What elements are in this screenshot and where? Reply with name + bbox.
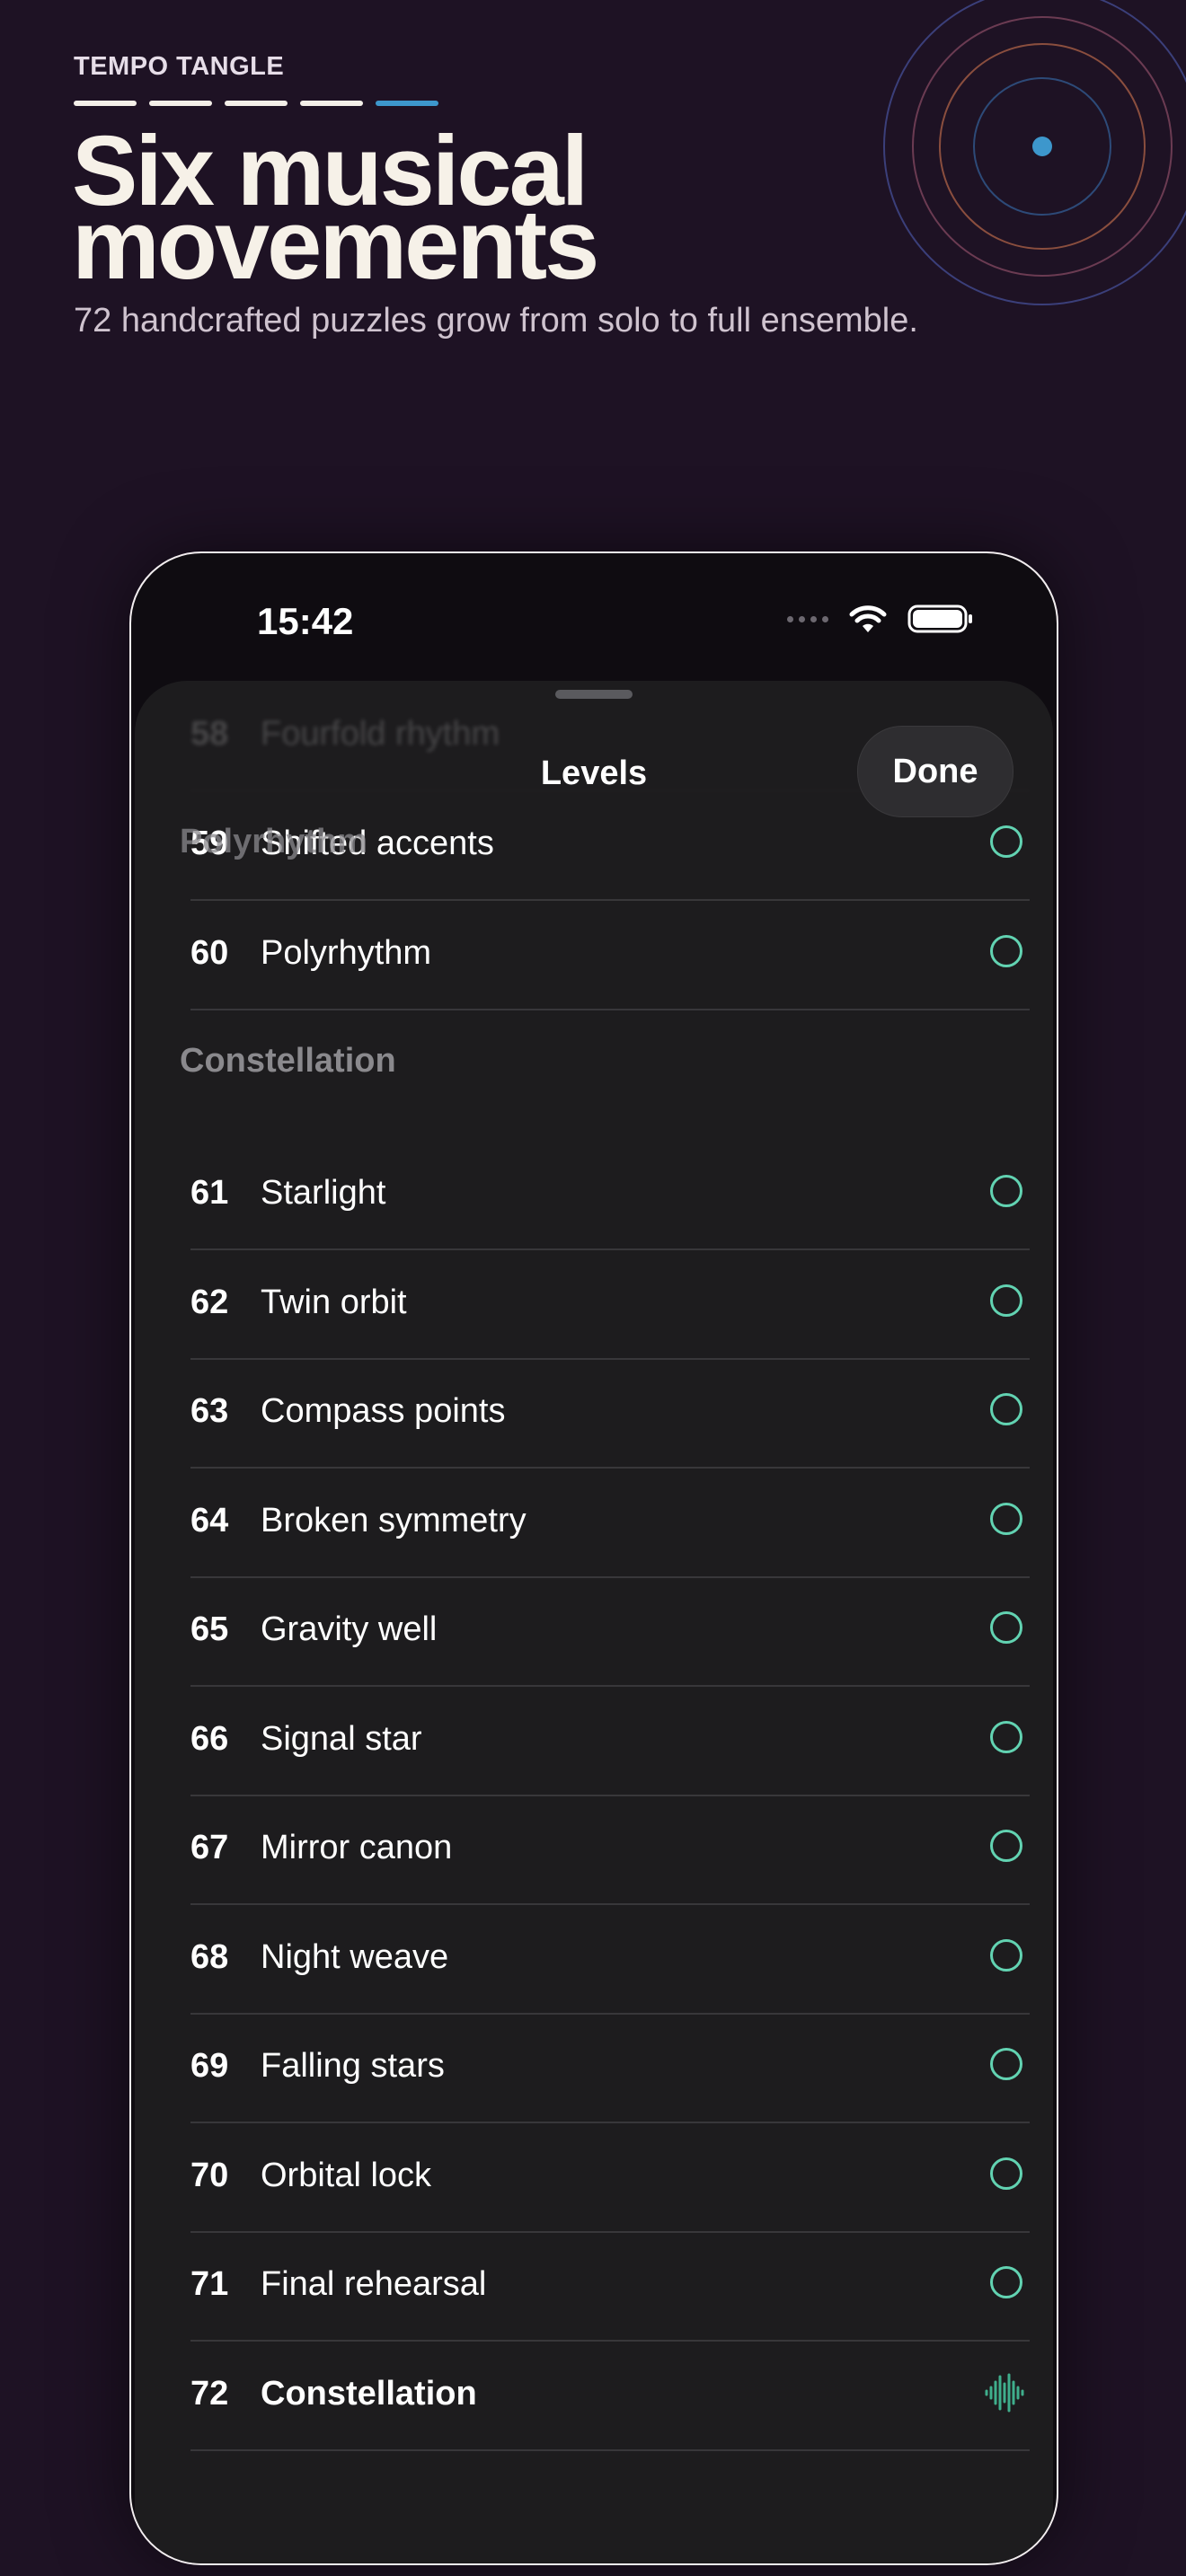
- progress-dash: [300, 101, 363, 106]
- progress-dash: [74, 101, 137, 106]
- done-button[interactable]: Done: [857, 726, 1013, 817]
- subheadline: 72 handcrafted puzzles grow from solo to…: [74, 302, 918, 340]
- level-name: Twin orbit: [261, 1284, 407, 1321]
- level-row-61[interactable]: 61 Starlight: [190, 1140, 1030, 1250]
- incomplete-circle-icon: [990, 1721, 1022, 1753]
- level-name: Polyrhythm: [261, 934, 432, 972]
- incomplete-circle-icon: [990, 2048, 1022, 2080]
- level-number: 63: [190, 1392, 229, 1430]
- incomplete-circle-icon: [990, 1611, 1022, 1644]
- level-number: 66: [190, 1720, 229, 1758]
- concentric-rings-graphic: [883, 0, 1186, 305]
- level-number: 68: [190, 1938, 229, 1976]
- section-header-constellation: Constellation: [180, 1042, 396, 1080]
- level-row-60[interactable]: 60 Polyrhythm: [190, 900, 1030, 1010]
- incomplete-circle-icon: [990, 1503, 1022, 1535]
- progress-dash: [225, 101, 288, 106]
- wifi-icon: [849, 605, 887, 632]
- level-name: Final rehearsal: [261, 2265, 487, 2303]
- level-number: 64: [190, 1502, 229, 1539]
- level-number: 65: [190, 1610, 229, 1648]
- level-row-70[interactable]: 70 Orbital lock: [190, 2122, 1030, 2233]
- level-name: Night weave: [261, 1938, 449, 1976]
- level-name: Compass points: [261, 1392, 506, 1430]
- level-number: 67: [190, 1829, 229, 1866]
- progress-dash-active: [376, 101, 438, 106]
- incomplete-circle-icon: [990, 2157, 1022, 2190]
- progress-dash: [149, 101, 212, 106]
- level-row-65[interactable]: 65 Gravity well: [190, 1576, 1030, 1687]
- level-row-62[interactable]: 62 Twin orbit: [190, 1249, 1030, 1360]
- section-header-polyrhythm: Polyrhythm: [180, 823, 368, 860]
- level-name: Orbital lock: [261, 2157, 432, 2194]
- level-row-71[interactable]: 71 Final rehearsal: [190, 2231, 1030, 2342]
- level-row-67[interactable]: 67 Mirror canon: [190, 1795, 1030, 1905]
- incomplete-circle-icon: [990, 1284, 1022, 1317]
- battery-icon: [907, 604, 972, 633]
- level-row-69[interactable]: 69 Falling stars: [190, 2013, 1030, 2123]
- level-name: Constellation: [261, 2375, 477, 2413]
- level-row-64[interactable]: 64 Broken symmetry: [190, 1468, 1030, 1578]
- levels-sheet: 58 Fourfold rhythm 59 Shifted accents Po…: [135, 681, 1053, 2563]
- incomplete-circle-icon: [990, 935, 1022, 967]
- level-name: Signal star: [261, 1720, 422, 1758]
- waveform-icon: [985, 2373, 1024, 2413]
- incomplete-circle-icon: [990, 1830, 1022, 1862]
- level-number: 61: [190, 1174, 229, 1212]
- level-number: 69: [190, 2047, 229, 2085]
- level-number: 71: [190, 2265, 229, 2303]
- level-name: Fourfold rhythm: [261, 715, 500, 753]
- level-number: 70: [190, 2157, 229, 2194]
- brand-label: TEMPO TANGLE: [74, 52, 285, 81]
- incomplete-circle-icon: [990, 1175, 1022, 1207]
- status-time: 15:42: [257, 600, 354, 642]
- level-name: Starlight: [261, 1174, 386, 1212]
- headline-line-2: movements: [72, 190, 599, 300]
- level-row-66[interactable]: 66 Signal star: [190, 1686, 1030, 1796]
- level-number: 60: [190, 934, 229, 972]
- level-name: Mirror canon: [261, 1829, 453, 1866]
- level-row-68[interactable]: 68 Night weave: [190, 1904, 1030, 2015]
- progress-dashes: [74, 101, 438, 106]
- incomplete-circle-icon: [990, 825, 1022, 858]
- level-number: 62: [190, 1284, 229, 1321]
- incomplete-circle-icon: [990, 1393, 1022, 1425]
- level-name: Broken symmetry: [261, 1502, 527, 1539]
- level-name: Falling stars: [261, 2047, 445, 2085]
- cellular-icon: [787, 615, 828, 622]
- level-name: Gravity well: [261, 1610, 438, 1648]
- level-number: 58: [190, 715, 229, 753]
- status-icons: [787, 604, 974, 634]
- level-row-63[interactable]: 63 Compass points: [190, 1358, 1030, 1469]
- incomplete-circle-icon: [990, 1939, 1022, 1972]
- level-number: 72: [190, 2375, 229, 2413]
- incomplete-circle-icon: [990, 2266, 1022, 2298]
- phone-frame: 15:42 58 Fourfold rhythm 59 Shifted acce…: [129, 551, 1058, 2565]
- level-row-72-current[interactable]: 72 Constellation: [190, 2341, 1030, 2451]
- headline: Six musical movements: [72, 122, 881, 295]
